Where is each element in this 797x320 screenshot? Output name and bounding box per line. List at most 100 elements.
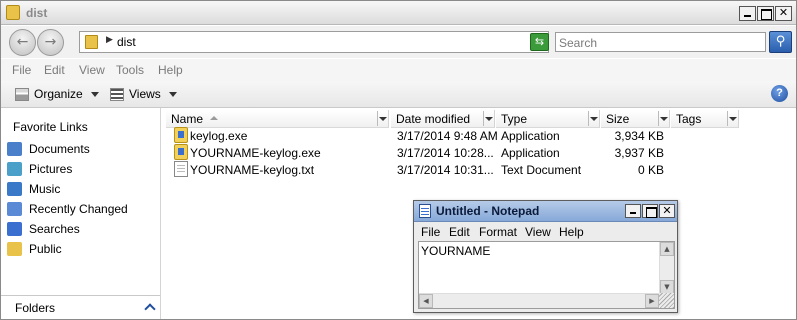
folder-icon xyxy=(6,5,20,20)
nav-item-public[interactable]: Public xyxy=(7,240,62,258)
file-type: Application xyxy=(501,129,560,143)
file-type: Text Document xyxy=(501,163,582,177)
column-dropdown-icon[interactable] xyxy=(658,111,668,126)
nav-item-label: Recently Changed xyxy=(29,202,128,216)
notepad-maximize-button[interactable] xyxy=(642,204,658,218)
file-row[interactable]: keylog.exe 3/17/2014 9:48 AM Application… xyxy=(162,127,796,144)
nav-item-label: Public xyxy=(29,242,62,256)
nav-item-recently-changed[interactable]: Recently Changed xyxy=(7,200,128,218)
scroll-up-icon[interactable]: ▲ xyxy=(660,242,674,256)
minimize-button[interactable] xyxy=(739,6,756,21)
title-bar[interactable]: dist ✕ xyxy=(1,1,796,25)
nav-item-label: Music xyxy=(29,182,61,196)
searches-icon xyxy=(7,222,22,236)
menu-view[interactable]: View xyxy=(79,63,105,77)
notepad-menu-view[interactable]: View xyxy=(525,225,551,239)
vertical-scrollbar[interactable]: ▲ ▼ xyxy=(659,242,674,294)
command-toolbar: Organize Views ? xyxy=(1,81,796,108)
folders-label: Folders xyxy=(15,301,56,315)
notepad-menu-format[interactable]: Format xyxy=(479,225,517,239)
notepad-menu-edit[interactable]: Edit xyxy=(449,225,470,239)
nav-item-label: Pictures xyxy=(29,162,73,176)
organize-button[interactable]: Organize xyxy=(15,85,99,103)
column-label: Name xyxy=(171,112,204,126)
resize-grip-icon[interactable] xyxy=(659,293,674,308)
help-button[interactable]: ? xyxy=(771,85,788,102)
column-dropdown-icon[interactable] xyxy=(377,111,387,126)
menu-bar: File Edit View Tools Help xyxy=(1,59,796,81)
column-label: Date modified xyxy=(396,112,471,126)
column-header-name[interactable]: Name xyxy=(166,110,389,128)
nav-item-pictures[interactable]: Pictures xyxy=(7,160,72,178)
nav-item-documents[interactable]: Documents xyxy=(7,140,90,158)
chevron-up-icon[interactable] xyxy=(144,303,156,315)
window-title: dist xyxy=(26,6,48,20)
organize-label: Organize xyxy=(34,87,83,101)
back-arrow-icon: ← xyxy=(16,34,29,50)
file-row[interactable]: YOURNAME-keylog.txt 3/17/2014 10:31... T… xyxy=(162,161,796,178)
menu-edit[interactable]: Edit xyxy=(44,63,65,77)
forward-button[interactable]: → xyxy=(37,29,64,56)
column-dropdown-icon[interactable] xyxy=(483,111,493,126)
file-row[interactable]: YOURNAME-keylog.exe 3/17/2014 10:28... A… xyxy=(162,144,796,161)
file-size: 3,937 KB xyxy=(614,146,664,160)
text-file-icon xyxy=(174,161,188,177)
refresh-button[interactable]: ⇆ xyxy=(530,33,549,51)
menu-help[interactable]: Help xyxy=(158,63,183,77)
scroll-left-icon[interactable]: ◀ xyxy=(419,294,433,308)
search-button[interactable]: ⚲ xyxy=(769,31,792,53)
file-name: keylog.exe xyxy=(190,129,248,143)
file-date: 3/17/2014 10:31... xyxy=(397,163,494,177)
forward-arrow-icon: → xyxy=(44,34,57,50)
scroll-down-icon[interactable]: ▼ xyxy=(660,280,674,294)
views-button[interactable]: Views xyxy=(110,85,177,103)
column-label: Tags xyxy=(676,112,702,126)
column-header-date-modified[interactable]: Date modified xyxy=(391,110,495,128)
column-header-tags[interactable]: Tags xyxy=(671,110,739,128)
exe-icon xyxy=(174,127,188,143)
notepad-menu-help[interactable]: Help xyxy=(559,225,584,239)
notepad-icon xyxy=(419,204,431,218)
back-button[interactable]: ← xyxy=(9,29,36,56)
notepad-minimize-button[interactable] xyxy=(625,204,641,218)
refresh-icon: ⇆ xyxy=(534,35,545,48)
notepad-close-button[interactable]: ✕ xyxy=(659,204,675,218)
column-label: Size xyxy=(606,112,630,126)
horizontal-scrollbar[interactable]: ◀ ▶ xyxy=(419,293,659,308)
pictures-icon xyxy=(7,162,22,176)
file-name: YOURNAME-keylog.exe xyxy=(190,146,321,160)
views-label: Views xyxy=(129,87,161,101)
column-dropdown-icon[interactable] xyxy=(727,111,737,126)
notepad-content: YOURNAME xyxy=(421,244,491,258)
public-folder-icon xyxy=(7,242,22,256)
recently-changed-icon xyxy=(7,202,22,216)
address-row: ← → ▶ dist ⇆ Search ⚲ xyxy=(1,26,796,58)
nav-item-music[interactable]: Music xyxy=(7,180,60,198)
menu-file[interactable]: File xyxy=(12,63,31,77)
breadcrumb-dist[interactable]: dist xyxy=(117,35,136,49)
notepad-window: Untitled - Notepad ✕ File Edit Format Vi… xyxy=(413,200,678,313)
column-header-type[interactable]: Type xyxy=(496,110,600,128)
file-size: 0 KB xyxy=(637,163,664,177)
notepad-text-area[interactable]: YOURNAME ▲ ▼ ◀ ▶ xyxy=(418,241,675,309)
folders-toggle[interactable]: Folders xyxy=(1,295,160,319)
address-bar[interactable]: ▶ dist xyxy=(79,31,596,53)
organize-icon xyxy=(15,87,29,101)
navigation-pane: Favorite Links Documents Pictures Music … xyxy=(1,108,161,319)
maximize-button[interactable] xyxy=(757,6,774,21)
column-dropdown-icon[interactable] xyxy=(588,111,598,126)
notepad-menu-file[interactable]: File xyxy=(421,225,440,239)
breadcrumb-arrow-icon[interactable]: ▶ xyxy=(106,35,113,45)
nav-item-searches[interactable]: Searches xyxy=(7,220,80,238)
file-type: Application xyxy=(501,146,560,160)
nav-item-label: Searches xyxy=(29,222,80,236)
file-size: 3,934 KB xyxy=(614,129,664,143)
menu-tools[interactable]: Tools xyxy=(116,63,144,77)
close-button[interactable]: ✕ xyxy=(775,6,792,21)
scroll-right-icon[interactable]: ▶ xyxy=(645,294,659,308)
notepad-title-bar[interactable]: Untitled - Notepad ✕ xyxy=(414,201,677,222)
nav-item-label: Documents xyxy=(29,142,90,156)
column-header-size[interactable]: Size xyxy=(601,110,670,128)
search-input[interactable]: Search xyxy=(555,32,766,52)
file-date: 3/17/2014 10:28... xyxy=(397,146,494,160)
